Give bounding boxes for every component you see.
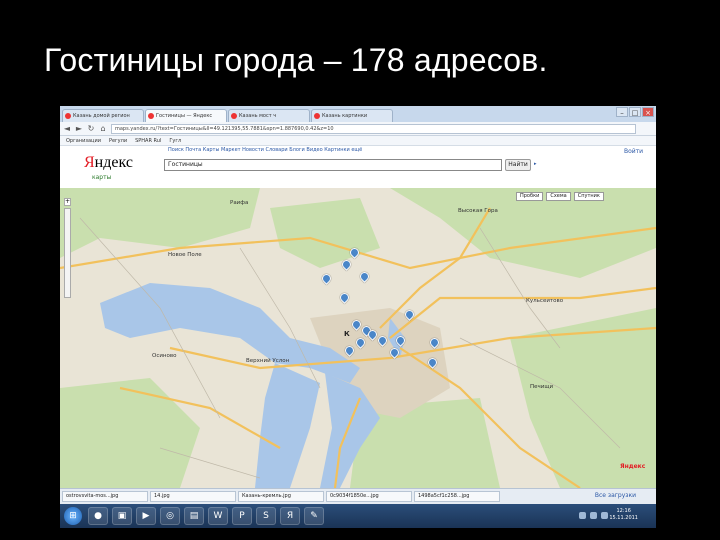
minimize-icon[interactable]: – xyxy=(616,107,628,117)
map-area[interactable]: Высокая Гора Новое Поле Осиново Верхний … xyxy=(60,188,656,488)
tab-strip: Казань домой регион Гостиницы — Яндекс К… xyxy=(60,106,656,122)
bookmark-item[interactable]: SPHAR Rul xyxy=(135,138,161,144)
place-label: Верхний Услон xyxy=(246,358,290,364)
place-label: Новое Поле xyxy=(168,252,202,258)
zoom-in-button[interactable]: + xyxy=(64,198,71,206)
yandex-browser-icon[interactable]: Я xyxy=(280,507,300,525)
word-icon[interactable]: W xyxy=(208,507,228,525)
media-player-icon[interactable]: ▶ xyxy=(136,507,156,525)
download-item[interactable]: ostrovsvita-mos...jpg xyxy=(62,491,148,502)
yandex-favicon-icon xyxy=(314,113,320,119)
chrome-icon[interactable]: ◎ xyxy=(160,507,180,525)
yandex-favicon-icon xyxy=(148,113,154,119)
maximize-icon[interactable]: □ xyxy=(629,107,641,117)
bookmarks-bar: Организации Регули SPHAR Rul Гугл xyxy=(60,136,656,146)
close-icon[interactable]: × xyxy=(642,107,654,117)
zoom-slider[interactable] xyxy=(64,208,71,298)
language-icon[interactable] xyxy=(601,512,608,519)
place-label: Печищи xyxy=(530,384,554,390)
place-label: Кульсеитово xyxy=(526,298,564,304)
yandex-header: Поиск Почта Карты Маркет Новости Словари… xyxy=(60,146,656,188)
downloads-bar: ostrovsvita-mos...jpg 14.jpg Казань-крем… xyxy=(60,488,656,504)
reload-icon[interactable]: ↻ xyxy=(87,124,95,133)
yandex-watermark: Яндекс xyxy=(620,463,646,470)
start-button[interactable]: ⊞ xyxy=(64,507,82,525)
place-label: Осиново xyxy=(152,353,177,359)
skype-icon[interactable]: S xyxy=(256,507,276,525)
paint-icon[interactable]: ✎ xyxy=(304,507,324,525)
powerpoint-icon[interactable]: P xyxy=(232,507,252,525)
folder-icon[interactable]: ▤ xyxy=(184,507,204,525)
firefox-icon[interactable]: ● xyxy=(88,507,108,525)
city-label: К xyxy=(344,330,350,338)
taskbar-clock[interactable]: 12:16 15.11.2011 xyxy=(609,508,638,522)
show-all-downloads-link[interactable]: Все загрузки xyxy=(595,492,636,499)
windows-taskbar: ⊞ ● ▣ ▶ ◎ ▤ W P S Я ✎ 12:16 15.11.2011 xyxy=(60,504,656,528)
download-item[interactable]: 14.jpg xyxy=(150,491,236,502)
tab-bridge[interactable]: Казань мост ч xyxy=(228,109,310,122)
tab-home[interactable]: Казань домой регион xyxy=(62,109,144,122)
yandex-favicon-icon xyxy=(65,113,71,119)
find-button[interactable]: Найти xyxy=(505,159,531,171)
address-input[interactable]: maps.yandex.ru/?text=Гостиницы&ll=49.121… xyxy=(111,123,636,134)
satellite-button[interactable]: Спутник xyxy=(573,192,604,201)
map-layer-switcher: Пробки Схема Спутник xyxy=(516,192,607,201)
place-label: Раифа xyxy=(230,200,249,206)
network-icon[interactable] xyxy=(579,512,586,519)
browser-screenshot: Казань домой регион Гостиницы — Яндекс К… xyxy=(60,106,656,528)
traffic-button[interactable]: Пробки xyxy=(516,192,544,201)
slide-title: Гостиницы города – 178 адресов. xyxy=(44,42,548,78)
yandex-favicon-icon xyxy=(231,113,237,119)
home-icon[interactable]: ⌂ xyxy=(99,124,107,133)
search-input[interactable]: Гостиницы xyxy=(164,159,502,171)
yandex-logo[interactable]: Яндекс xyxy=(84,154,133,172)
bookmark-item[interactable]: Регули xyxy=(109,138,127,144)
yandex-services-nav[interactable]: Поиск Почта Карты Маркет Новости Словари… xyxy=(168,147,362,153)
download-item[interactable]: 1498a5cf1c258...jpg xyxy=(414,491,500,502)
login-link[interactable]: Войти xyxy=(624,148,643,155)
system-tray xyxy=(575,512,608,519)
search-options-link[interactable]: ▸ xyxy=(534,161,537,167)
download-item[interactable]: 0c9034f1850e...jpg xyxy=(326,491,412,502)
explorer-icon[interactable]: ▣ xyxy=(112,507,132,525)
scheme-button[interactable]: Схема xyxy=(546,192,571,201)
volume-icon[interactable] xyxy=(590,512,597,519)
tab-pictures[interactable]: Казань картинки xyxy=(311,109,393,122)
forward-icon[interactable]: ► xyxy=(75,124,83,133)
place-label: Высокая Гора xyxy=(458,208,498,214)
navigation-bar: ◄ ► ↻ ⌂ maps.yandex.ru/?text=Гостиницы&l… xyxy=(60,122,656,136)
slide: Гостиницы города – 178 адресов. Казань д… xyxy=(0,0,720,540)
bookmark-item[interactable]: Гугл xyxy=(169,138,181,144)
bookmark-item[interactable]: Организации xyxy=(66,138,101,144)
download-item[interactable]: Казань-кремль.jpg xyxy=(238,491,324,502)
tab-hotels[interactable]: Гостиницы — Яндекс xyxy=(145,109,227,122)
maps-subtitle: карты xyxy=(92,174,112,181)
back-icon[interactable]: ◄ xyxy=(63,124,71,133)
